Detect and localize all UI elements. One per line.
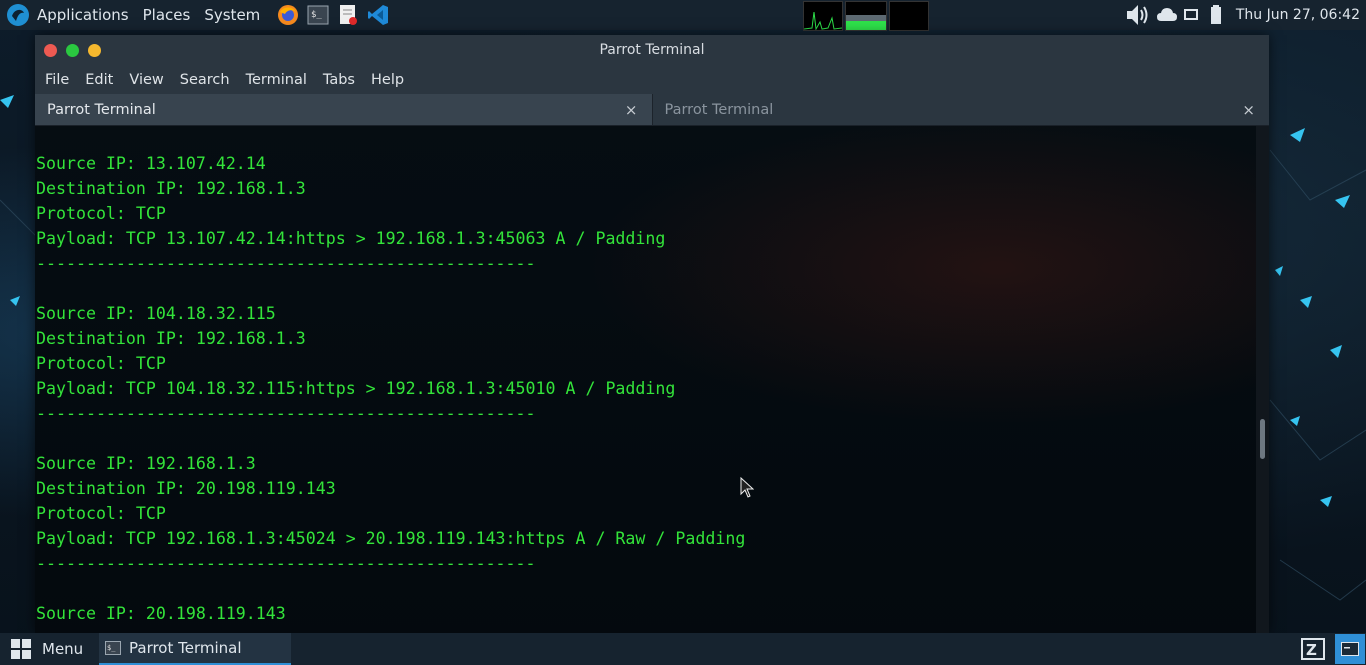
tab-close-icon[interactable]: × — [1242, 101, 1255, 119]
terminal-line: ----------------------------------------… — [36, 554, 536, 573]
menubar: File Edit View Search Terminal Tabs Help — [35, 65, 1269, 94]
firefox-icon[interactable] — [276, 3, 300, 27]
volume-icon[interactable] — [1124, 2, 1152, 28]
svg-text:Z: Z — [1306, 641, 1317, 659]
tab-label: Parrot Terminal — [47, 101, 156, 118]
applications-menu[interactable]: Applications — [0, 0, 136, 30]
battery-icon[interactable] — [1210, 5, 1222, 25]
menu-search[interactable]: Search — [172, 72, 238, 88]
terminal-line: Protocol: TCP — [36, 204, 166, 223]
terminal-line: Payload: TCP 104.18.32.115:https > 192.1… — [36, 379, 676, 398]
terminal-line: Destination IP: 192.168.1.3 — [36, 329, 306, 348]
system-monitor — [801, 1, 929, 31]
terminal-line: Protocol: TCP — [36, 354, 166, 373]
tab-terminal-2[interactable]: Parrot Terminal × — [651, 94, 1269, 126]
terminal-line: Source IP: 20.198.119.143 — [36, 604, 286, 623]
tab-close-icon[interactable]: × — [625, 101, 638, 119]
terminal-icon: $_ — [105, 641, 121, 655]
minimize-window-button[interactable] — [88, 43, 101, 57]
vscode-icon[interactable] — [366, 3, 390, 27]
grid-icon — [11, 639, 31, 659]
window-title: Parrot Terminal — [599, 42, 705, 58]
terminal-line: Payload: TCP 192.168.1.3:45024 > 20.198.… — [36, 529, 746, 548]
terminal-output[interactable]: Source IP: 13.107.42.14 Destination IP: 1… — [35, 126, 1269, 633]
tab-label: Parrot Terminal — [664, 101, 774, 118]
text-editor-icon[interactable] — [336, 3, 360, 27]
places-menu[interactable]: Places — [136, 0, 198, 30]
terminal-line: Destination IP: 20.198.119.143 — [36, 479, 336, 498]
terminal-line: Payload: TCP 13.107.42.14:https > 192.16… — [36, 229, 666, 248]
places-label: Places — [142, 6, 191, 24]
menu-tabs[interactable]: Tabs — [315, 72, 363, 88]
show-desktop-button[interactable] — [1335, 634, 1365, 664]
network-monitor-graph — [889, 1, 929, 31]
terminal-window: Parrot Terminal File Edit View Search Te… — [35, 35, 1269, 633]
svg-text:$_: $_ — [107, 644, 116, 652]
mouse-pointer-icon — [740, 477, 754, 498]
menu-file[interactable]: File — [37, 72, 77, 88]
close-window-button[interactable] — [44, 43, 57, 57]
scrollbar-thumb[interactable] — [1260, 419, 1265, 459]
terminal-text: Source IP: 13.107.42.14 Destination IP: 1… — [36, 151, 745, 626]
menu-help[interactable]: Help — [363, 72, 412, 88]
terminal-line: Source IP: 104.18.32.115 — [36, 304, 276, 323]
menu-edit[interactable]: Edit — [77, 72, 121, 88]
menu-label: Menu — [42, 640, 84, 658]
system-label: System — [204, 6, 261, 24]
top-panel: Applications Places System $_ Thu Jun 27… — [0, 0, 1366, 31]
taskbar-item-parrot-terminal[interactable]: $_ Parrot Terminal — [99, 633, 291, 665]
bottom-panel: Menu $_ Parrot Terminal Z — [0, 633, 1366, 665]
display-icon[interactable] — [1183, 8, 1198, 22]
clock[interactable]: Thu Jun 27, 06:42 — [1226, 7, 1366, 23]
window-icon — [1341, 642, 1359, 656]
taskbar-item-label: Parrot Terminal — [129, 639, 242, 657]
tab-terminal-1[interactable]: Parrot Terminal × — [35, 94, 652, 126]
menu-terminal[interactable]: Terminal — [238, 72, 315, 88]
memory-monitor-graph — [845, 1, 887, 31]
maximize-window-button[interactable] — [66, 43, 79, 57]
menu-button[interactable]: Menu — [10, 633, 83, 665]
parrot-logo-icon — [7, 4, 29, 26]
workspace-switcher-icon[interactable]: Z — [1301, 638, 1325, 660]
terminal-line: Protocol: TCP — [36, 504, 166, 523]
terminal-icon[interactable]: $_ — [306, 3, 330, 27]
terminal-scrollbar[interactable] — [1256, 126, 1269, 633]
terminal-line: ----------------------------------------… — [36, 254, 536, 273]
terminal-line: Source IP: 13.107.42.14 — [36, 154, 266, 173]
terminal-line: Source IP: 192.168.1.3 — [36, 454, 256, 473]
applications-label: Applications — [37, 6, 129, 24]
window-titlebar[interactable]: Parrot Terminal — [35, 35, 1269, 65]
cpu-monitor-graph — [803, 1, 843, 31]
system-menu[interactable]: System — [197, 0, 267, 30]
cloud-icon[interactable] — [1156, 6, 1178, 24]
terminal-line: Destination IP: 192.168.1.3 — [36, 179, 306, 198]
svg-text:$_: $_ — [311, 10, 322, 20]
tab-bar: Parrot Terminal × Parrot Terminal × — [35, 94, 1269, 126]
menu-view[interactable]: View — [121, 72, 171, 88]
terminal-line: ----------------------------------------… — [36, 404, 536, 423]
